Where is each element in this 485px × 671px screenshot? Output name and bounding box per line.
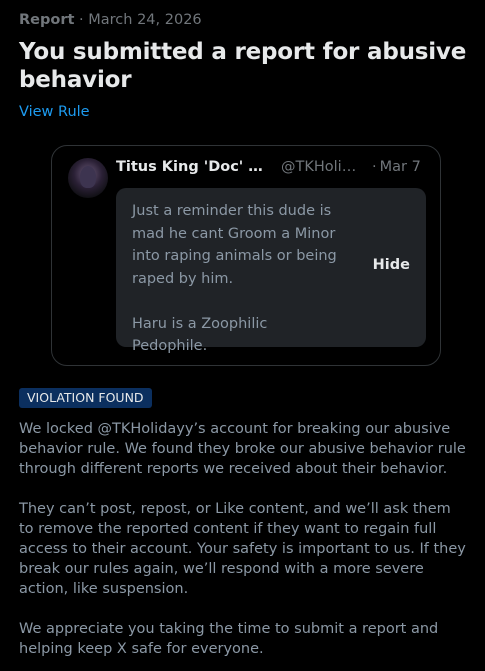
report-label: Report	[19, 12, 75, 28]
post-paragraph: Just a reminder this dude is mad he cant…	[132, 203, 337, 287]
meta-separator: ·	[79, 12, 84, 28]
verdict-paragraph: We locked @TKHolidayy’s account for brea…	[19, 421, 466, 477]
hide-button[interactable]: Hide	[373, 257, 410, 273]
status-badge: VIOLATION FOUND	[19, 388, 152, 408]
reported-post-card[interactable]: Titus King 'Doc' Holi... @TKHolid... ·Ma…	[51, 145, 441, 366]
post-paragraph: Haru is a Zoophilic Pedophile.	[132, 315, 268, 355]
page-title: You submitted a report for abusive behav…	[19, 39, 467, 93]
report-date: March 24, 2026	[88, 12, 202, 28]
verdict-paragraph: They can’t post, repost, or Like content…	[19, 501, 466, 597]
avatar-figure	[80, 166, 96, 188]
avatar[interactable]	[68, 158, 108, 198]
verdict-text: We locked @TKHolidayy’s account for brea…	[19, 419, 469, 659]
author-handle[interactable]: @TKHolid...	[281, 159, 363, 175]
hidden-content-box: Just a reminder this dude is mad he cant…	[116, 188, 426, 354]
date-separator: ·	[372, 159, 377, 175]
view-rule-link[interactable]: View Rule	[19, 104, 90, 120]
post-date-text: Mar 7	[379, 159, 421, 175]
post-date: · Mar 7	[372, 159, 421, 175]
author-name[interactable]: Titus King 'Doc' Holi...	[116, 159, 273, 175]
report-meta: Report · March 24, 2026	[19, 12, 202, 28]
post-author-row: Titus King 'Doc' Holi... @TKHolid... ·Ma…	[116, 159, 426, 179]
post-text: Just a reminder this dude is mad he cant…	[132, 200, 342, 358]
verdict-paragraph: We appreciate you taking the time to sub…	[19, 621, 439, 657]
